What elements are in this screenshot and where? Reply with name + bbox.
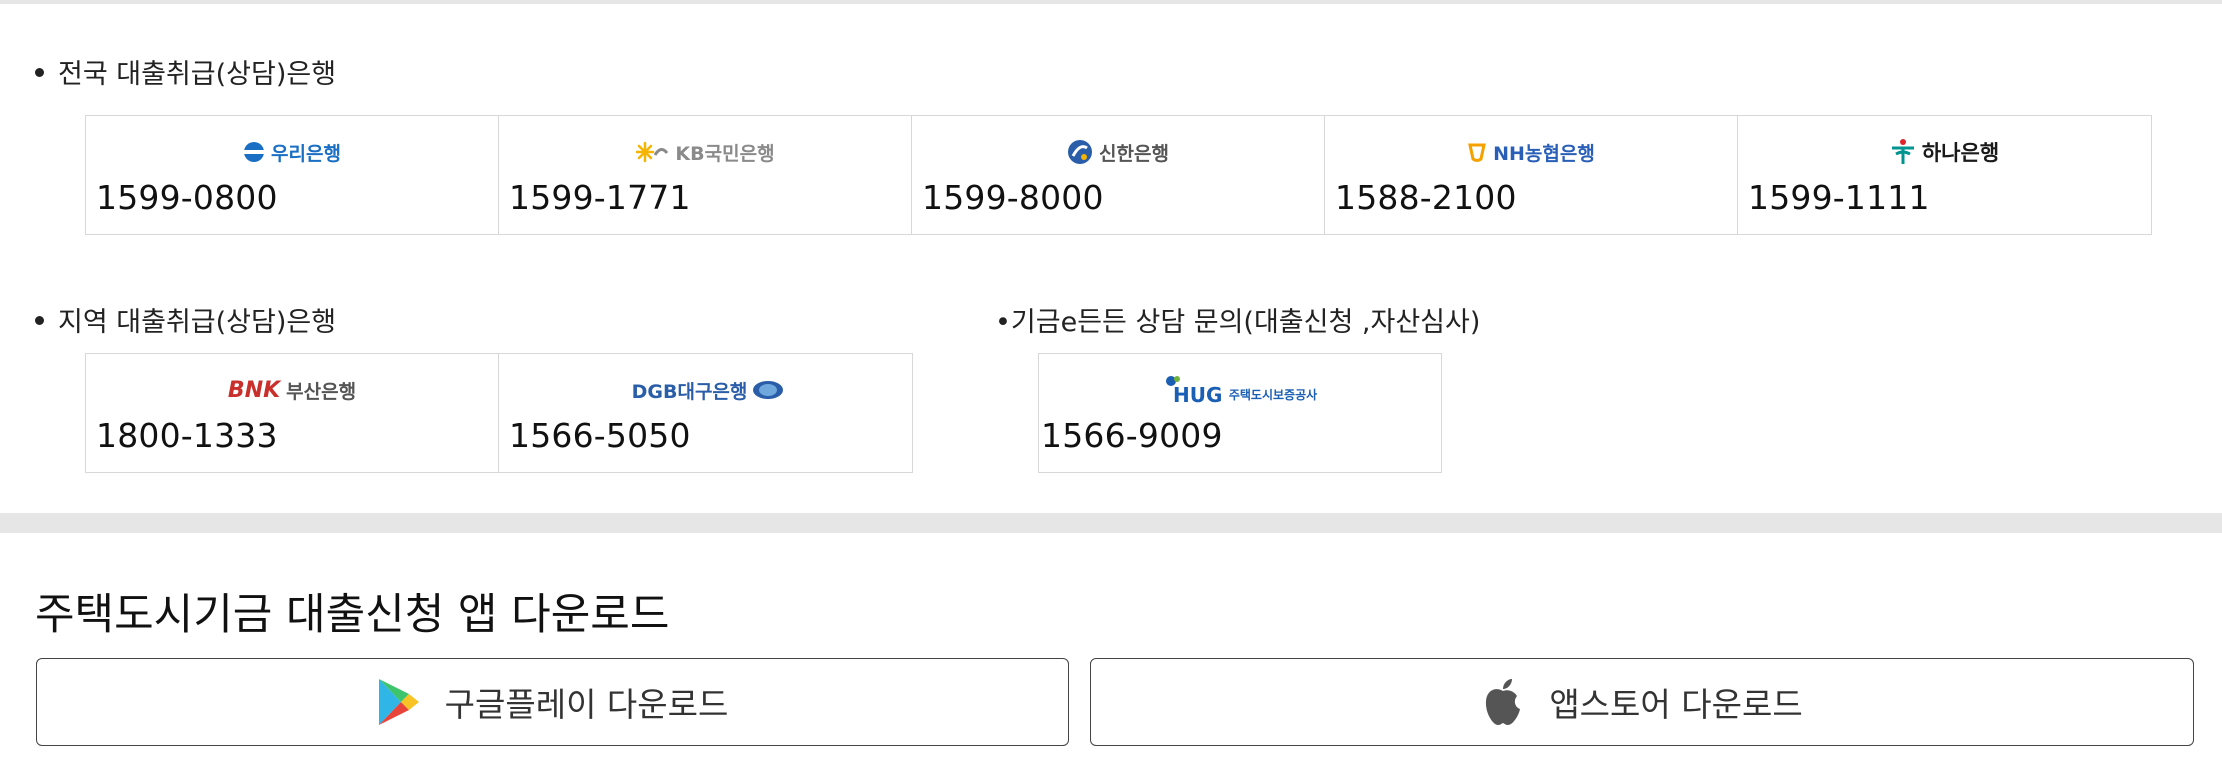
bank-card-hug[interactable]: HUG 주택도시보증공사 1566-9009 (1039, 354, 1441, 472)
bank-phone: 1599-8000 (922, 178, 1104, 217)
app-download-title: 주택도시기금 대출신청 앱 다운로드 (35, 590, 670, 640)
apple-icon (1486, 679, 1521, 725)
bank-card-bnk[interactable]: BNK 부산은행 1800-1333 (86, 354, 499, 472)
kb-star-icon (636, 141, 669, 163)
bank-phone: 1599-0800 (96, 178, 278, 217)
hana-logo-icon (1891, 139, 1914, 164)
section-divider-band (0, 513, 2222, 533)
google-play-icon (378, 679, 419, 725)
bnk-logo: BNK 부산은행 (227, 377, 357, 403)
bullet-icon (35, 68, 44, 77)
bank-phone: 1599-1771 (509, 178, 691, 217)
google-play-download-button[interactable]: 구글플레이 다운로드 (36, 658, 1069, 746)
kb-logo: KB국민은행 (499, 136, 911, 168)
app-store-download-button[interactable]: 앱스토어 다운로드 (1090, 658, 2194, 746)
bank-card-dgb[interactable]: DGB대구은행 1566-5050 (499, 354, 912, 472)
bnk-wordmark-icon: BNK (227, 377, 281, 403)
regional-bank-grid: BNK 부산은행 1800-1333 DGB대구은행 1566-5050 (85, 353, 913, 473)
shinhan-logo-icon (1068, 140, 1093, 164)
bank-card-hana[interactable]: 하나은행 1599-1111 (1738, 116, 2151, 234)
woori-logo-icon (244, 142, 265, 162)
svg-text:HUG: HUG (1173, 383, 1222, 405)
dgb-badge-icon (753, 381, 784, 399)
bank-card-woori[interactable]: 우리은행 1599-0800 (86, 116, 499, 234)
bank-card-nh[interactable]: NH농협은행 1588-2100 (1325, 116, 1738, 234)
bullet-icon (35, 316, 44, 325)
bank-card-kb[interactable]: KB국민은행 1599-1771 (499, 116, 912, 234)
regional-banks-label: 지역 대출취급(상담)은행 (35, 300, 336, 339)
top-divider (0, 0, 2222, 4)
hug-logo: HUG 주택도시보증공사 (1039, 374, 1441, 406)
dgb-logo: DGB대구은행 (499, 374, 912, 406)
shinhan-logo: 신한은행 (912, 136, 1324, 168)
bank-phone: 1599-1111 (1748, 178, 1930, 217)
hana-logo: 하나은행 (1738, 136, 2151, 168)
bank-phone: 1800-1333 (96, 416, 278, 455)
hug-wordmark-icon: HUG (1165, 376, 1222, 405)
hug-grid: HUG 주택도시보증공사 1566-9009 (1038, 353, 1442, 473)
bank-card-shinhan[interactable]: 신한은행 1599-8000 (912, 116, 1325, 234)
bank-phone: 1566-5050 (509, 416, 691, 455)
national-bank-grid: 우리은행 1599-0800 KB국민은행 1599-1771 신한은행 159… (85, 115, 2152, 235)
woori-logo: 우리은행 (86, 136, 498, 168)
hug-consult-label: •기금e든든 상담 문의(대출신청 ,자산심사) (995, 307, 1481, 338)
bank-phone: 1566-9009 (1041, 416, 1223, 455)
bank-phone: 1588-2100 (1335, 178, 1517, 217)
nh-logo: NH농협은행 (1325, 136, 1737, 168)
national-banks-label: 전국 대출취급(상담)은행 (35, 52, 336, 91)
nh-logo-icon (1468, 143, 1486, 162)
